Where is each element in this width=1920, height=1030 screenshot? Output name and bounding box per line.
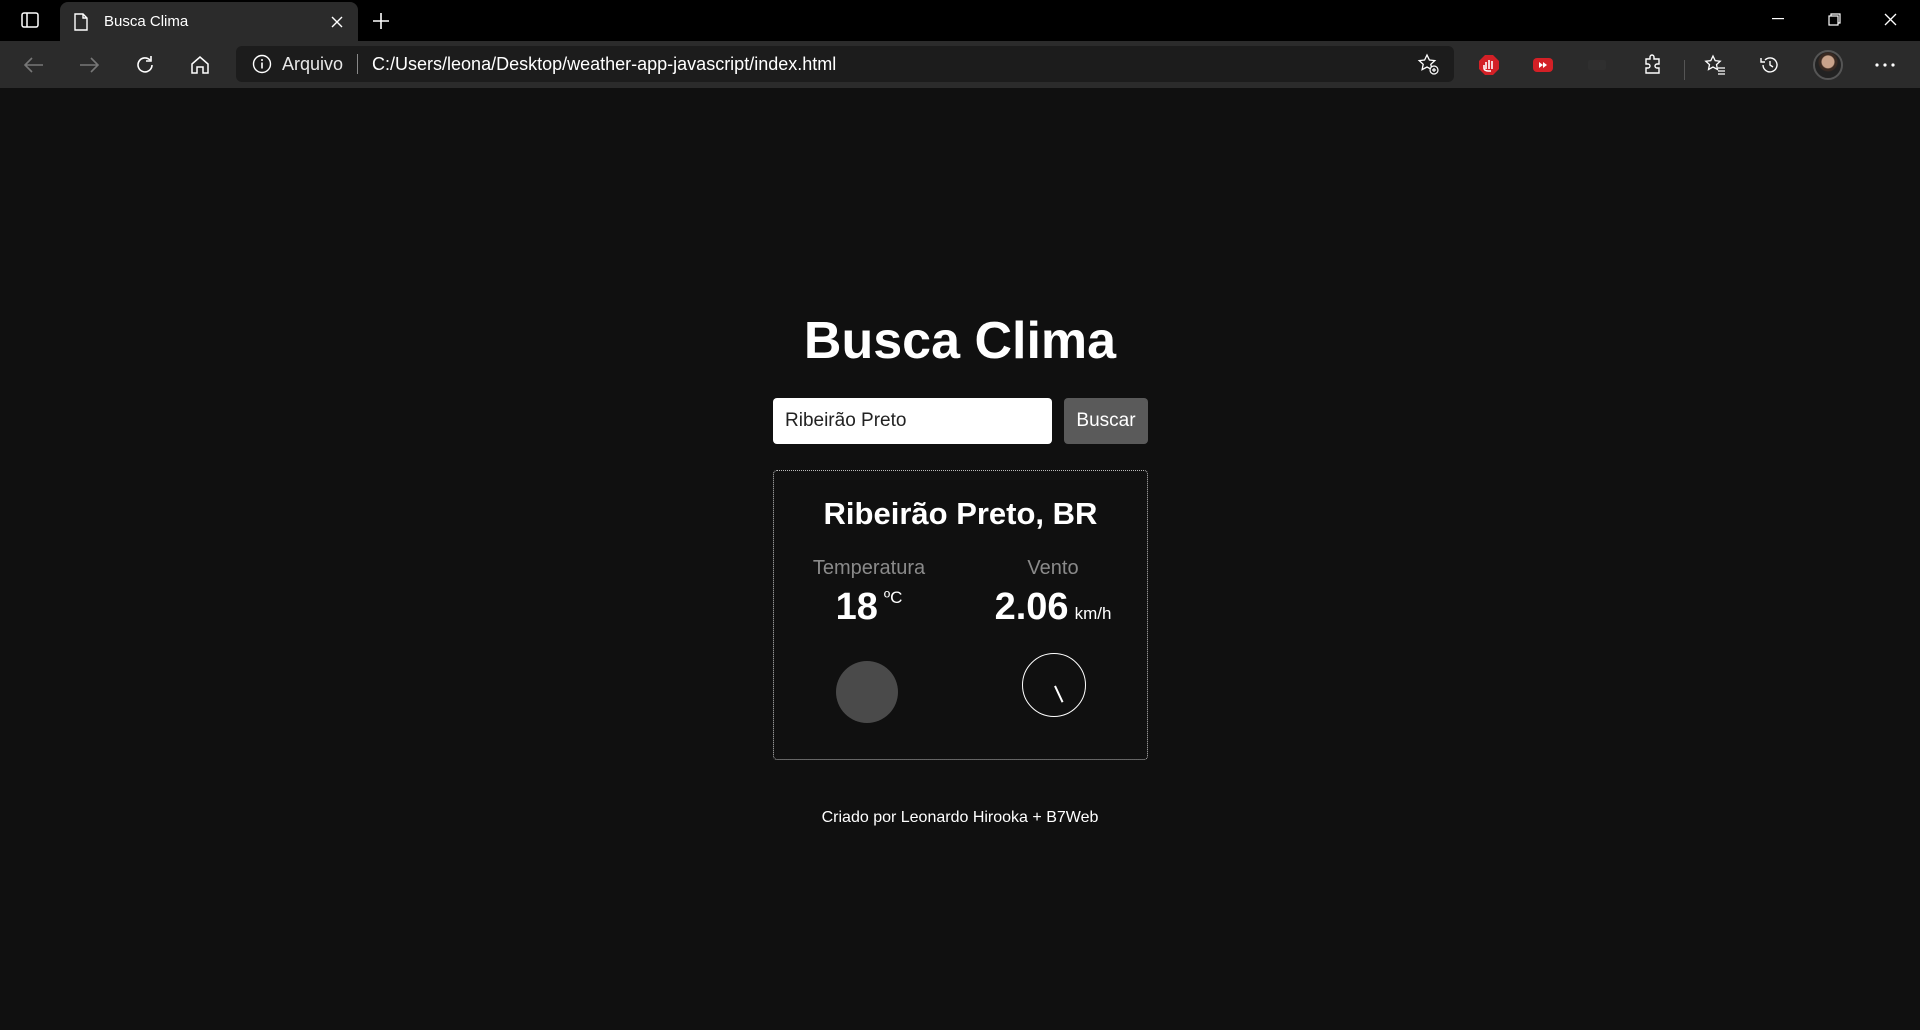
temperature-value: 18 xyxy=(835,586,878,628)
address-bar[interactable]: Arquivo C:/Users/leona/Desktop/weather-a… xyxy=(236,46,1454,82)
restore-icon[interactable] xyxy=(1806,0,1862,38)
tab-bar: Busca Clima xyxy=(0,0,1920,41)
extensions-icon[interactable] xyxy=(1637,49,1669,81)
city-name: Ribeirão Preto, BR xyxy=(823,496,1098,531)
temperature-label: Temperatura xyxy=(812,557,926,579)
wind-value: 2.06 xyxy=(994,586,1069,628)
wind-section: Vento 2.06 km/h xyxy=(963,557,1143,629)
document-icon xyxy=(74,12,92,32)
wind-label: Vento xyxy=(1027,557,1079,579)
profile-avatar[interactable] xyxy=(1813,50,1843,80)
address-url[interactable]: C:/Users/leona/Desktop/weather-app-javas… xyxy=(372,54,1416,75)
home-icon[interactable] xyxy=(184,49,216,81)
more-options-icon[interactable] xyxy=(1869,49,1901,81)
city-search-input[interactable] xyxy=(773,398,1052,444)
adblock-extension-icon[interactable] xyxy=(1473,49,1505,81)
favorites-icon[interactable] xyxy=(1699,49,1731,81)
address-scheme: Arquivo xyxy=(282,53,344,74)
wind-direction-dial xyxy=(1022,653,1086,717)
close-tab-icon[interactable] xyxy=(328,13,346,31)
temperature-value-row: 18 ºC xyxy=(779,586,959,629)
hidden-extension-icon[interactable] xyxy=(1581,49,1613,81)
search-button[interactable]: Buscar xyxy=(1064,398,1148,444)
weather-result-card: Ribeirão Preto, BR Temperatura 18 ºC Vent… xyxy=(773,470,1148,760)
tab-title: Busca Clima xyxy=(104,13,189,30)
tab-actions-icon[interactable] xyxy=(18,10,42,30)
close-window-icon[interactable] xyxy=(1862,0,1918,38)
page-content: Busca Clima Buscar Ribeirão Preto, BR Te… xyxy=(0,88,1920,1030)
temperature-indicator xyxy=(836,661,898,723)
temperature-unit: ºC xyxy=(883,588,903,607)
wind-unit: km/h xyxy=(1074,604,1112,623)
toolbar-divider xyxy=(1684,60,1685,80)
forward-icon[interactable] xyxy=(73,49,105,81)
wind-direction-needle xyxy=(1054,685,1064,703)
active-tab[interactable]: Busca Clima xyxy=(60,2,358,41)
page-title: Busca Clima xyxy=(803,312,1117,370)
new-tab-icon[interactable] xyxy=(368,8,394,34)
add-favorite-icon[interactable] xyxy=(1416,52,1440,76)
footer-credit: Criado por Leonardo Hirooka + B7Web xyxy=(821,809,1099,826)
refresh-icon[interactable] xyxy=(129,49,161,81)
video-extension-icon[interactable] xyxy=(1527,49,1559,81)
address-separator xyxy=(357,54,359,74)
browser-toolbar: Arquivo C:/Users/leona/Desktop/weather-a… xyxy=(0,41,1920,88)
minimize-icon[interactable] xyxy=(1750,0,1806,38)
info-icon[interactable] xyxy=(252,54,272,74)
history-icon[interactable] xyxy=(1754,49,1786,81)
wind-value-row: 2.06 km/h xyxy=(963,586,1143,629)
temperature-section: Temperatura 18 ºC xyxy=(779,557,959,629)
back-icon[interactable] xyxy=(18,49,50,81)
